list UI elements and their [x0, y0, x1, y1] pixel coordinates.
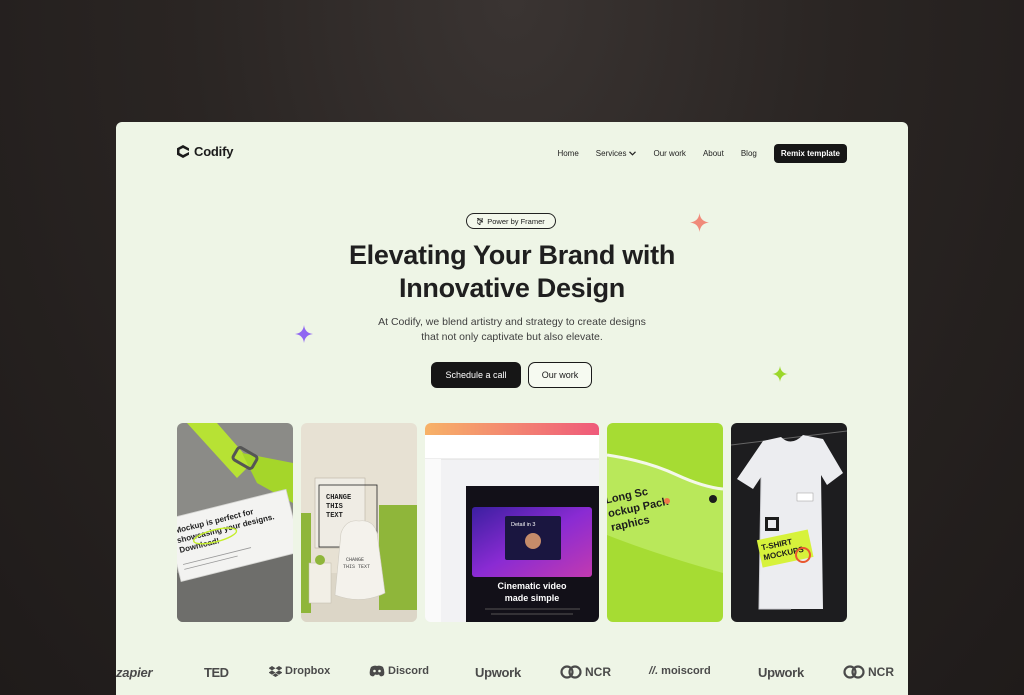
tshirt-mockup-image: T-SHIRT MOCKUPS	[731, 423, 847, 622]
gallery-card-app-screenshot[interactable]: Detail in 3 Cinematic video made simple	[425, 423, 599, 622]
upwork-logo-2: Upwork	[758, 665, 804, 680]
moiscord-mark: //.	[649, 665, 659, 677]
hero-subtitle: At Codify, we blend artistry and strateg…	[116, 315, 908, 345]
upwork-logo: Upwork	[475, 665, 521, 680]
ncr-logo-text: NCR	[585, 665, 611, 679]
card2-bag-line-1: CHANGE	[346, 557, 364, 563]
card-mockup-image: Mockup is perfect for showcasing your de…	[177, 423, 293, 622]
ncr-logo: NCR	[560, 665, 611, 679]
schedule-call-button[interactable]: Schedule a call	[431, 362, 521, 388]
our-work-button[interactable]: Our work	[528, 362, 592, 388]
badge-label: Power by Framer	[487, 216, 545, 226]
nav-menu: Home Services Our work About Blog Remix …	[557, 144, 847, 163]
discord-logo: Discord	[369, 665, 429, 677]
card2-bag-line-2: THIS TEXT	[343, 564, 370, 570]
ncr-icon	[560, 665, 582, 679]
framer-icon	[477, 217, 484, 225]
moiscord-logo-text: moiscord	[661, 665, 711, 677]
remix-template-button[interactable]: Remix template	[773, 144, 847, 163]
client-logo-strip: zapier TED Dropbox Discord Upwork NCR //…	[116, 665, 908, 685]
sparkle-green-icon	[772, 366, 788, 382]
ncr-icon-2	[843, 665, 865, 679]
zapier-logo-text: zapier	[116, 665, 153, 680]
dropbox-logo-text: Dropbox	[285, 665, 331, 677]
ncr-logo-2-text: NCR	[868, 665, 894, 679]
bag-mockup-image: CHANGE THIS TEXT CHANGE THIS TEXT	[301, 423, 417, 622]
card2-sign-line-3: TEXT	[326, 512, 343, 520]
hero-subtitle-line-1: At Codify, we blend artistry and strateg…	[378, 316, 646, 328]
upwork-logo-text: Upwork	[475, 665, 521, 680]
gallery-card-mockup-card[interactable]: Mockup is perfect for showcasing your de…	[177, 423, 293, 622]
card3-headline-line-1: Cinematic video	[497, 581, 567, 591]
gallery-card-bag-mockup[interactable]: CHANGE THIS TEXT CHANGE THIS TEXT	[301, 423, 417, 622]
power-by-framer-badge[interactable]: Power by Framer	[466, 213, 556, 229]
hero-subtitle-line-2: that not only captivate but also elevate…	[421, 331, 603, 343]
fabric-mockup-image: Long Sc ockup Pack raphics	[607, 423, 723, 622]
zapier-logo: zapier	[116, 665, 153, 680]
moiscord-logo: //. moiscord	[649, 665, 711, 677]
discord-logo-text: Discord	[388, 665, 429, 677]
card3-inner-title: Detail in 3	[511, 522, 535, 528]
nav-item-services[interactable]: Services	[596, 149, 637, 158]
nav-item-our-work[interactable]: Our work	[653, 149, 685, 158]
card2-sign-line-1: CHANGE	[326, 494, 351, 502]
hero-title-line-1: Elevating Your Brand with	[348, 240, 676, 270]
ted-logo-text: TED	[204, 665, 229, 680]
card2-sign-line-2: THIS	[326, 503, 343, 511]
nav-item-blog[interactable]: Blog	[741, 149, 757, 158]
hero-title: Elevating Your Brand with Innovative Des…	[116, 239, 908, 305]
dropbox-logo: Dropbox	[269, 665, 330, 677]
nav-item-about[interactable]: About	[703, 149, 724, 158]
ted-logo: TED	[204, 665, 229, 680]
hero-title-line-2: Innovative Design	[399, 273, 625, 303]
gallery-card-tshirt-mockup[interactable]: T-SHIRT MOCKUPS	[731, 423, 847, 622]
dropbox-icon	[269, 665, 282, 677]
landing-page: Codify Home Services Our work About Blog…	[116, 122, 908, 695]
top-nav: Codify Home Services Our work About Blog…	[177, 144, 847, 164]
sparkle-coral-icon	[690, 213, 709, 232]
chevron-down-icon	[629, 151, 637, 156]
sparkle-purple-icon	[295, 325, 313, 343]
codify-logo-icon	[177, 145, 189, 158]
brand-name: Codify	[194, 144, 234, 159]
nav-item-home[interactable]: Home	[557, 149, 578, 158]
gallery-card-fabric-mockup[interactable]: Long Sc ockup Pack raphics	[607, 423, 723, 622]
upwork-logo-2-text: Upwork	[758, 665, 804, 680]
card3-headline-line-2: made simple	[505, 593, 560, 603]
work-gallery: Mockup is perfect for showcasing your de…	[177, 423, 847, 622]
ncr-logo-2: NCR	[843, 665, 894, 679]
discord-icon	[369, 665, 385, 677]
nav-item-services-label: Services	[595, 149, 627, 158]
app-screenshot-image: Detail in 3 Cinematic video made simple	[425, 423, 599, 622]
brand-logo[interactable]: Codify	[177, 144, 233, 159]
